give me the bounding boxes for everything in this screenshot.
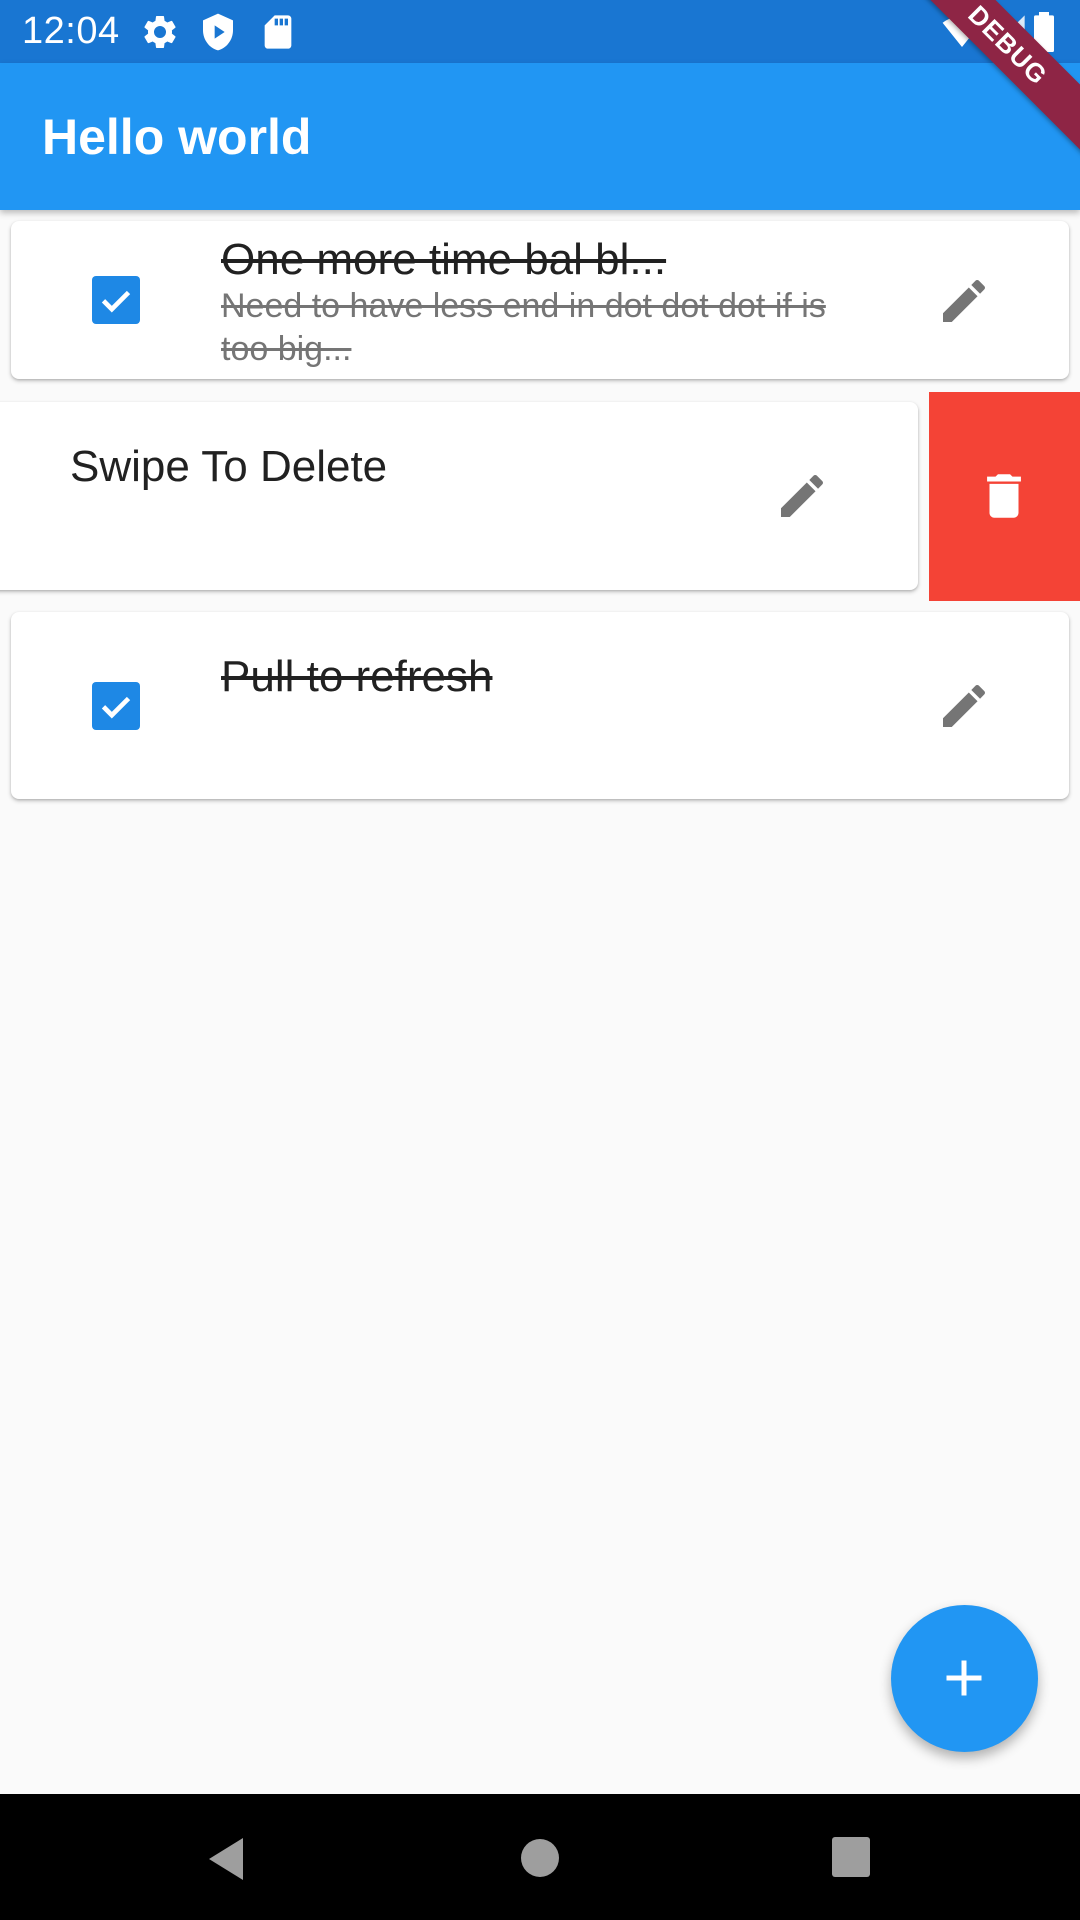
back-icon[interactable] <box>203 1834 249 1889</box>
todo-item[interactable]: Pull to refresh <box>11 612 1069 799</box>
todo-title: One more time bal bl... <box>221 235 667 284</box>
todo-item[interactable]: One more time bal bl... Need to have les… <box>11 221 1069 379</box>
home-icon[interactable] <box>519 1837 561 1884</box>
todo-item-swiped[interactable]: Swipe To Delete <box>0 402 918 590</box>
recents-icon[interactable] <box>831 1836 871 1883</box>
todo-subtitle: Need to have less end in dot dot dot if … <box>221 287 826 368</box>
gear-icon <box>140 12 180 52</box>
status-time: 12:04 <box>22 10 120 52</box>
todo-title: Swipe To Delete <box>70 442 388 491</box>
status-bar: 12:04 <box>0 0 1080 63</box>
navigation-bar <box>0 1794 1080 1920</box>
sd-card-icon <box>258 12 298 52</box>
edit-icon[interactable] <box>774 468 830 524</box>
add-icon <box>934 1648 994 1713</box>
todo-title: Pull to refresh <box>221 652 493 701</box>
page-title: Hello world <box>42 109 312 165</box>
edit-icon[interactable] <box>936 273 992 329</box>
shield-icon <box>198 12 238 52</box>
app-bar: Hello world <box>0 63 1080 210</box>
add-todo-button[interactable] <box>891 1605 1038 1752</box>
checkbox-checked[interactable] <box>92 682 140 730</box>
checkbox-checked[interactable] <box>92 276 140 324</box>
delete-swipe-background[interactable] <box>929 392 1080 601</box>
edit-icon[interactable] <box>936 678 992 734</box>
delete-icon <box>975 467 1033 530</box>
